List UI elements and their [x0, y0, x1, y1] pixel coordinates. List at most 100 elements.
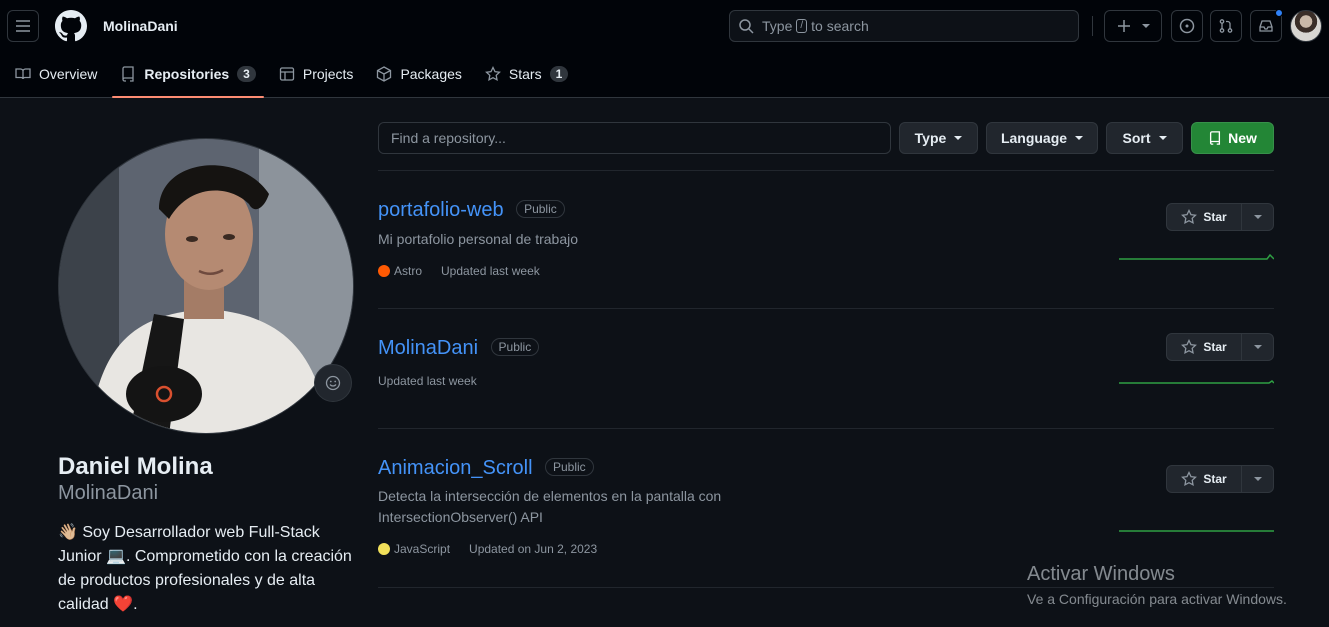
repo-updated: Updated last week: [441, 264, 540, 278]
table-icon: [279, 67, 295, 81]
tab-repositories[interactable]: Repositories 3: [112, 56, 264, 98]
activity-sparkline: [1119, 253, 1274, 260]
repo-item: MolinaDani Public Updated last week Star: [378, 333, 1274, 427]
activity-sparkline: [1119, 380, 1274, 384]
visibility-badge: Public: [490, 338, 540, 356]
star-label: Star: [1203, 340, 1227, 354]
issues-button[interactable]: [1171, 10, 1203, 42]
divider: [378, 170, 1274, 171]
type-filter-button[interactable]: Type: [899, 122, 978, 154]
find-repository-input[interactable]: Find a repository...: [378, 122, 891, 154]
star-button-group: Star: [1166, 465, 1274, 493]
global-header: MolinaDani Type / to search Overview Rep…: [0, 0, 1329, 98]
tab-label: Packages: [400, 66, 462, 82]
book-icon: [15, 68, 31, 80]
search-shortcut-key: /: [796, 19, 808, 33]
repo-updated: Updated on Jun 2, 2023: [469, 542, 598, 556]
visibility-badge: Public: [516, 200, 565, 218]
issue-opened-icon: [1179, 18, 1195, 34]
activity-sparkline: [1119, 530, 1274, 532]
new-repository-button[interactable]: New: [1191, 122, 1274, 154]
repo-updated: Updated last week: [378, 374, 477, 388]
repo-filter-bar: Find a repository... Type Language Sort …: [378, 122, 1274, 154]
star-icon: [484, 66, 501, 81]
tab-label: Overview: [39, 66, 98, 82]
repo-name-link[interactable]: portafolio-web: [378, 199, 504, 221]
chevron-down-icon: [1253, 215, 1262, 219]
profile-avatar[interactable]: [58, 138, 354, 434]
star-list-dropdown[interactable]: [1242, 334, 1273, 360]
sort-button[interactable]: Sort: [1106, 122, 1183, 154]
inbox-icon: [1259, 20, 1273, 32]
star-label: Star: [1203, 472, 1227, 486]
tab-overview[interactable]: Overview: [7, 56, 105, 92]
star-icon: [1181, 471, 1198, 486]
search-prefix: Type: [762, 18, 793, 34]
sort-label: Sort: [1122, 130, 1151, 146]
create-new-button[interactable]: [1104, 10, 1162, 42]
profile-full-name: Daniel Molina: [58, 453, 213, 480]
language-filter-label: Language: [1000, 130, 1068, 146]
tab-label: Projects: [302, 66, 354, 82]
language-filter-button[interactable]: Language: [986, 122, 1098, 154]
profile-login: MolinaDani: [58, 482, 159, 504]
tab-projects[interactable]: Projects: [271, 56, 362, 92]
hamburger-icon: [16, 20, 30, 32]
language-color-dot: [378, 265, 390, 277]
profile-photo-image: [59, 139, 353, 433]
tab-label: Stars: [508, 66, 542, 82]
star-label: Star: [1203, 210, 1227, 224]
repo-name-link[interactable]: MolinaDani: [378, 337, 478, 359]
stars-count: 1: [549, 66, 569, 82]
tab-stars[interactable]: Stars 1: [477, 56, 576, 92]
star-list-dropdown[interactable]: [1242, 466, 1273, 492]
star-button[interactable]: Star: [1167, 204, 1242, 230]
divider: [378, 308, 1274, 309]
search-input[interactable]: Type / to search: [729, 10, 1079, 42]
smiley-icon: [325, 375, 341, 391]
chevron-down-icon: [1253, 477, 1262, 481]
menu-button[interactable]: [7, 10, 39, 42]
repo-name-link[interactable]: Animacion_Scroll: [378, 457, 533, 479]
chevron-down-icon: [1158, 136, 1167, 140]
pull-requests-button[interactable]: [1210, 10, 1242, 42]
star-button[interactable]: Star: [1167, 334, 1242, 360]
repo-item: portafolio-web Public Mi portafolio pers…: [378, 199, 1274, 309]
package-icon: [377, 66, 392, 82]
search-icon: [739, 19, 754, 34]
type-filter-label: Type: [914, 130, 947, 146]
star-button-group: Star: [1166, 203, 1274, 231]
repositories-count: 3: [237, 66, 256, 82]
repo-language: Astro: [394, 264, 423, 278]
notification-indicator: [1275, 9, 1283, 17]
user-avatar[interactable]: [1290, 10, 1322, 42]
header-username[interactable]: MolinaDani: [103, 18, 178, 34]
profile-bio: 👋🏼 Soy Desarrollador web Full-Stack Juni…: [58, 524, 352, 613]
search-suffix: to search: [811, 18, 869, 34]
star-list-dropdown[interactable]: [1242, 204, 1273, 230]
plus-icon: [1118, 20, 1130, 32]
watermark-title: Activar Windows: [1027, 563, 1175, 585]
profile-tabs: Overview Repositories 3 Projects Package…: [0, 56, 576, 98]
set-status-button[interactable]: [314, 364, 352, 402]
star-icon: [1181, 339, 1198, 354]
windows-activation-watermark: Activar Windows Ve a Configuración para …: [1027, 563, 1287, 607]
star-icon: [1181, 209, 1198, 224]
repo-icon: [1210, 131, 1221, 145]
chevron-down-icon: [1142, 24, 1150, 28]
star-button-group: Star: [1166, 333, 1274, 361]
divider: [378, 428, 1274, 429]
repo-language: JavaScript: [394, 542, 451, 556]
chevron-down-icon: [1075, 136, 1084, 140]
tab-packages[interactable]: Packages: [368, 56, 469, 92]
header-divider: [1092, 16, 1093, 36]
tab-label: Repositories: [144, 66, 230, 82]
repo-icon: [122, 66, 135, 82]
watermark-subtitle: Ve a Configuración para activar Windows.: [1027, 591, 1287, 607]
github-logo-icon[interactable]: [55, 10, 87, 42]
chevron-down-icon: [954, 136, 963, 140]
chevron-down-icon: [1253, 345, 1262, 349]
repo-description-line-1: Detecta la intersección de elementos en …: [378, 488, 722, 504]
star-button[interactable]: Star: [1167, 466, 1242, 492]
git-pull-request-icon: [1219, 19, 1233, 33]
